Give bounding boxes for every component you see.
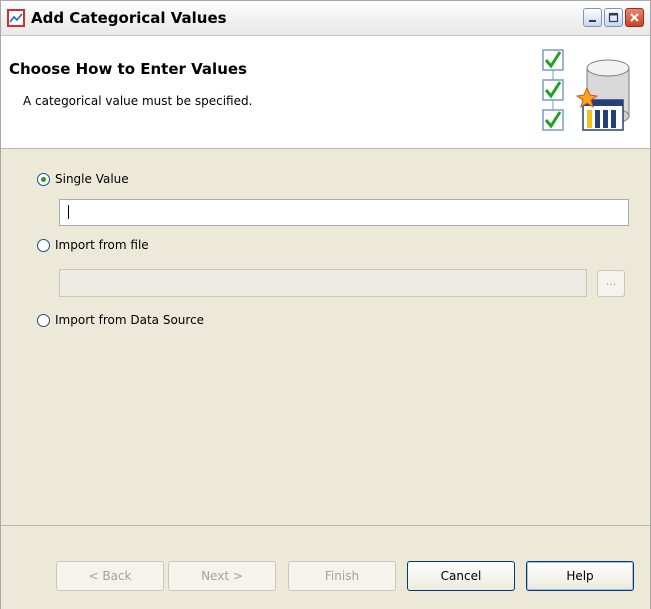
browse-file-label: ... xyxy=(605,275,617,288)
maximize-button[interactable] xyxy=(604,8,623,27)
minimize-icon xyxy=(589,20,596,22)
back-button[interactable]: < Back xyxy=(56,561,164,591)
wizard-header: Choose How to Enter Values A categorical… xyxy=(1,36,650,149)
import-file-path-input[interactable] xyxy=(59,269,587,297)
window-title: Add Categorical Values xyxy=(31,9,227,27)
close-button[interactable] xyxy=(625,8,644,27)
single-value-radio[interactable] xyxy=(37,172,50,186)
header-subtitle: A categorical value must be specified. xyxy=(23,94,253,108)
dialog-window: Add Categorical Values Choose How to Ent… xyxy=(0,0,651,609)
cancel-button[interactable]: Cancel xyxy=(407,561,515,591)
single-value-option[interactable]: Single Value xyxy=(37,172,129,186)
header-title: Choose How to Enter Values xyxy=(9,60,247,78)
text-caret xyxy=(68,205,69,219)
next-button[interactable]: Next > xyxy=(168,561,276,591)
wizard-footer: < Back Next > Finish Cancel Help xyxy=(1,525,650,609)
maximize-icon xyxy=(608,12,619,23)
single-value-input[interactable] xyxy=(59,199,629,226)
checklist-database-icon xyxy=(542,49,630,131)
help-button[interactable]: Help xyxy=(526,561,634,591)
import-datasource-radio[interactable] xyxy=(37,313,50,327)
import-file-label: Import from file xyxy=(55,238,149,252)
finish-button[interactable]: Finish xyxy=(288,561,396,591)
browse-file-button[interactable]: ... xyxy=(597,270,625,297)
import-datasource-option[interactable]: Import from Data Source xyxy=(37,313,204,327)
title-bar[interactable]: Add Categorical Values xyxy=(1,1,650,36)
single-value-label: Single Value xyxy=(55,172,129,186)
minimize-button[interactable] xyxy=(583,8,602,27)
import-datasource-label: Import from Data Source xyxy=(55,313,205,327)
import-file-option[interactable]: Import from file xyxy=(37,238,149,252)
close-icon xyxy=(630,13,639,22)
import-file-radio[interactable] xyxy=(37,238,50,252)
chart-icon xyxy=(7,9,25,27)
options-panel: Single Value Import from file ... Import… xyxy=(1,149,650,524)
